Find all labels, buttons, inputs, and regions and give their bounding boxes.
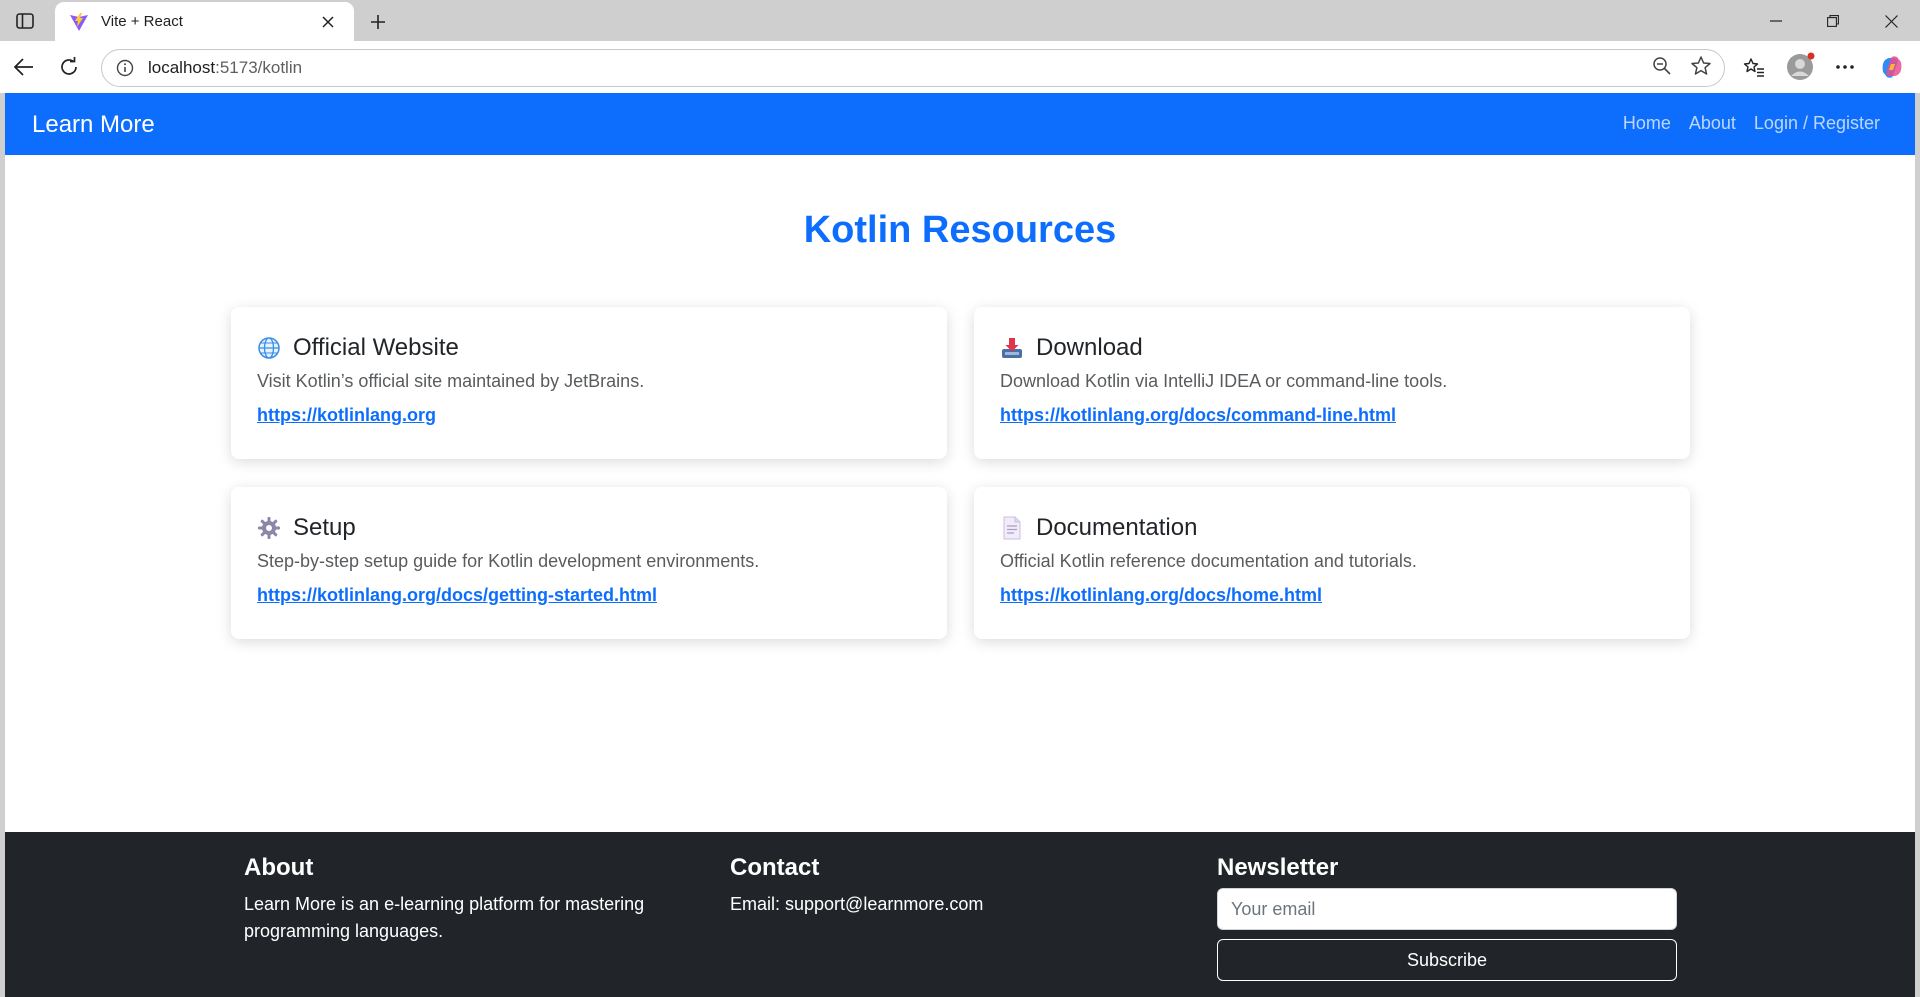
- favorites-list-icon[interactable]: [1738, 51, 1770, 83]
- newsletter-email-input[interactable]: [1217, 888, 1677, 930]
- site-info-icon[interactable]: [114, 57, 136, 79]
- card-link[interactable]: https://kotlinlang.org/docs/getting-star…: [257, 585, 657, 606]
- address-bar[interactable]: localhost:5173/kotlin: [101, 49, 1725, 87]
- card-title: Setup: [293, 514, 356, 541]
- back-icon[interactable]: [8, 51, 40, 83]
- address-host: localhost: [148, 58, 216, 77]
- footer-about-text: Learn More is an e-learning platform for…: [244, 894, 645, 941]
- resource-card-official-website: Official Website Visit Kotlin’s official…: [231, 307, 947, 459]
- card-description: Visit Kotlin’s official site maintained …: [257, 371, 645, 391]
- card-title: Documentation: [1036, 514, 1198, 541]
- brand-link[interactable]: Learn More: [32, 111, 155, 139]
- card-title: Download: [1036, 334, 1143, 361]
- navbar: Learn More Home About Login / Register: [5, 93, 1915, 155]
- nav-links: Home About Login / Register: [1623, 113, 1880, 134]
- footer-about-heading: About: [244, 854, 314, 881]
- profile-avatar-icon[interactable]: [1784, 51, 1816, 83]
- footer-contact-email: Email: support@learnmore.com: [730, 894, 984, 914]
- page-viewport: Learn More Home About Login / Register K…: [5, 93, 1915, 997]
- more-menu-icon[interactable]: [1829, 51, 1861, 83]
- vite-favicon-icon: [69, 11, 91, 33]
- globe-icon: [257, 334, 285, 362]
- subscribe-button[interactable]: Subscribe: [1217, 939, 1677, 981]
- resource-card-download: Download Download Kotlin via IntelliJ ID…: [974, 307, 1690, 459]
- zoom-out-icon[interactable]: [1652, 56, 1672, 81]
- nav-link-login-register[interactable]: Login / Register: [1754, 113, 1880, 134]
- card-title: Official Website: [293, 334, 459, 361]
- browser-tabstrip: Vite + React: [0, 0, 1920, 41]
- page-title: Kotlin Resources: [803, 209, 1117, 251]
- tab-close-icon[interactable]: [316, 10, 340, 34]
- new-tab-icon[interactable]: [364, 8, 392, 36]
- card-link[interactable]: https://kotlinlang.org: [257, 405, 436, 426]
- card-link[interactable]: https://kotlinlang.org/docs/command-line…: [1000, 405, 1396, 426]
- download-tray-icon: [1000, 334, 1028, 362]
- restore-icon[interactable]: [1811, 6, 1855, 36]
- gear-icon: [257, 514, 285, 542]
- document-icon: [1000, 514, 1028, 542]
- card-description: Step-by-step setup guide for Kotlin deve…: [257, 551, 760, 571]
- card-description: Official Kotlin reference documentation …: [1000, 551, 1417, 571]
- close-window-icon[interactable]: [1869, 6, 1913, 36]
- sidebar-toggle-icon[interactable]: [12, 10, 38, 32]
- minimize-icon[interactable]: [1754, 6, 1798, 36]
- reload-icon[interactable]: [53, 51, 85, 83]
- footer-contact-heading: Contact: [730, 854, 820, 881]
- card-description: Download Kotlin via IntelliJ IDEA or com…: [1000, 371, 1448, 391]
- address-text[interactable]: localhost:5173/kotlin: [148, 58, 1652, 78]
- browser-toolbar: localhost:5173/kotlin: [0, 41, 1920, 93]
- footer-newsletter-heading: Newsletter: [1217, 854, 1339, 881]
- copilot-icon[interactable]: [1876, 51, 1908, 83]
- resource-card-documentation: Documentation Official Kotlin reference …: [974, 487, 1690, 639]
- browser-tab[interactable]: Vite + React: [55, 2, 354, 41]
- card-link[interactable]: https://kotlinlang.org/docs/home.html: [1000, 585, 1322, 606]
- favorite-star-icon[interactable]: [1690, 55, 1712, 82]
- tab-title: Vite + React: [101, 13, 183, 30]
- resource-card-setup: Setup Step-by-step setup guide for Kotli…: [231, 487, 947, 639]
- nav-link-home[interactable]: Home: [1623, 113, 1671, 134]
- address-path: :5173/kotlin: [215, 58, 303, 77]
- nav-link-about[interactable]: About: [1689, 113, 1736, 134]
- footer: About Learn More is an e-learning platfo…: [5, 832, 1915, 997]
